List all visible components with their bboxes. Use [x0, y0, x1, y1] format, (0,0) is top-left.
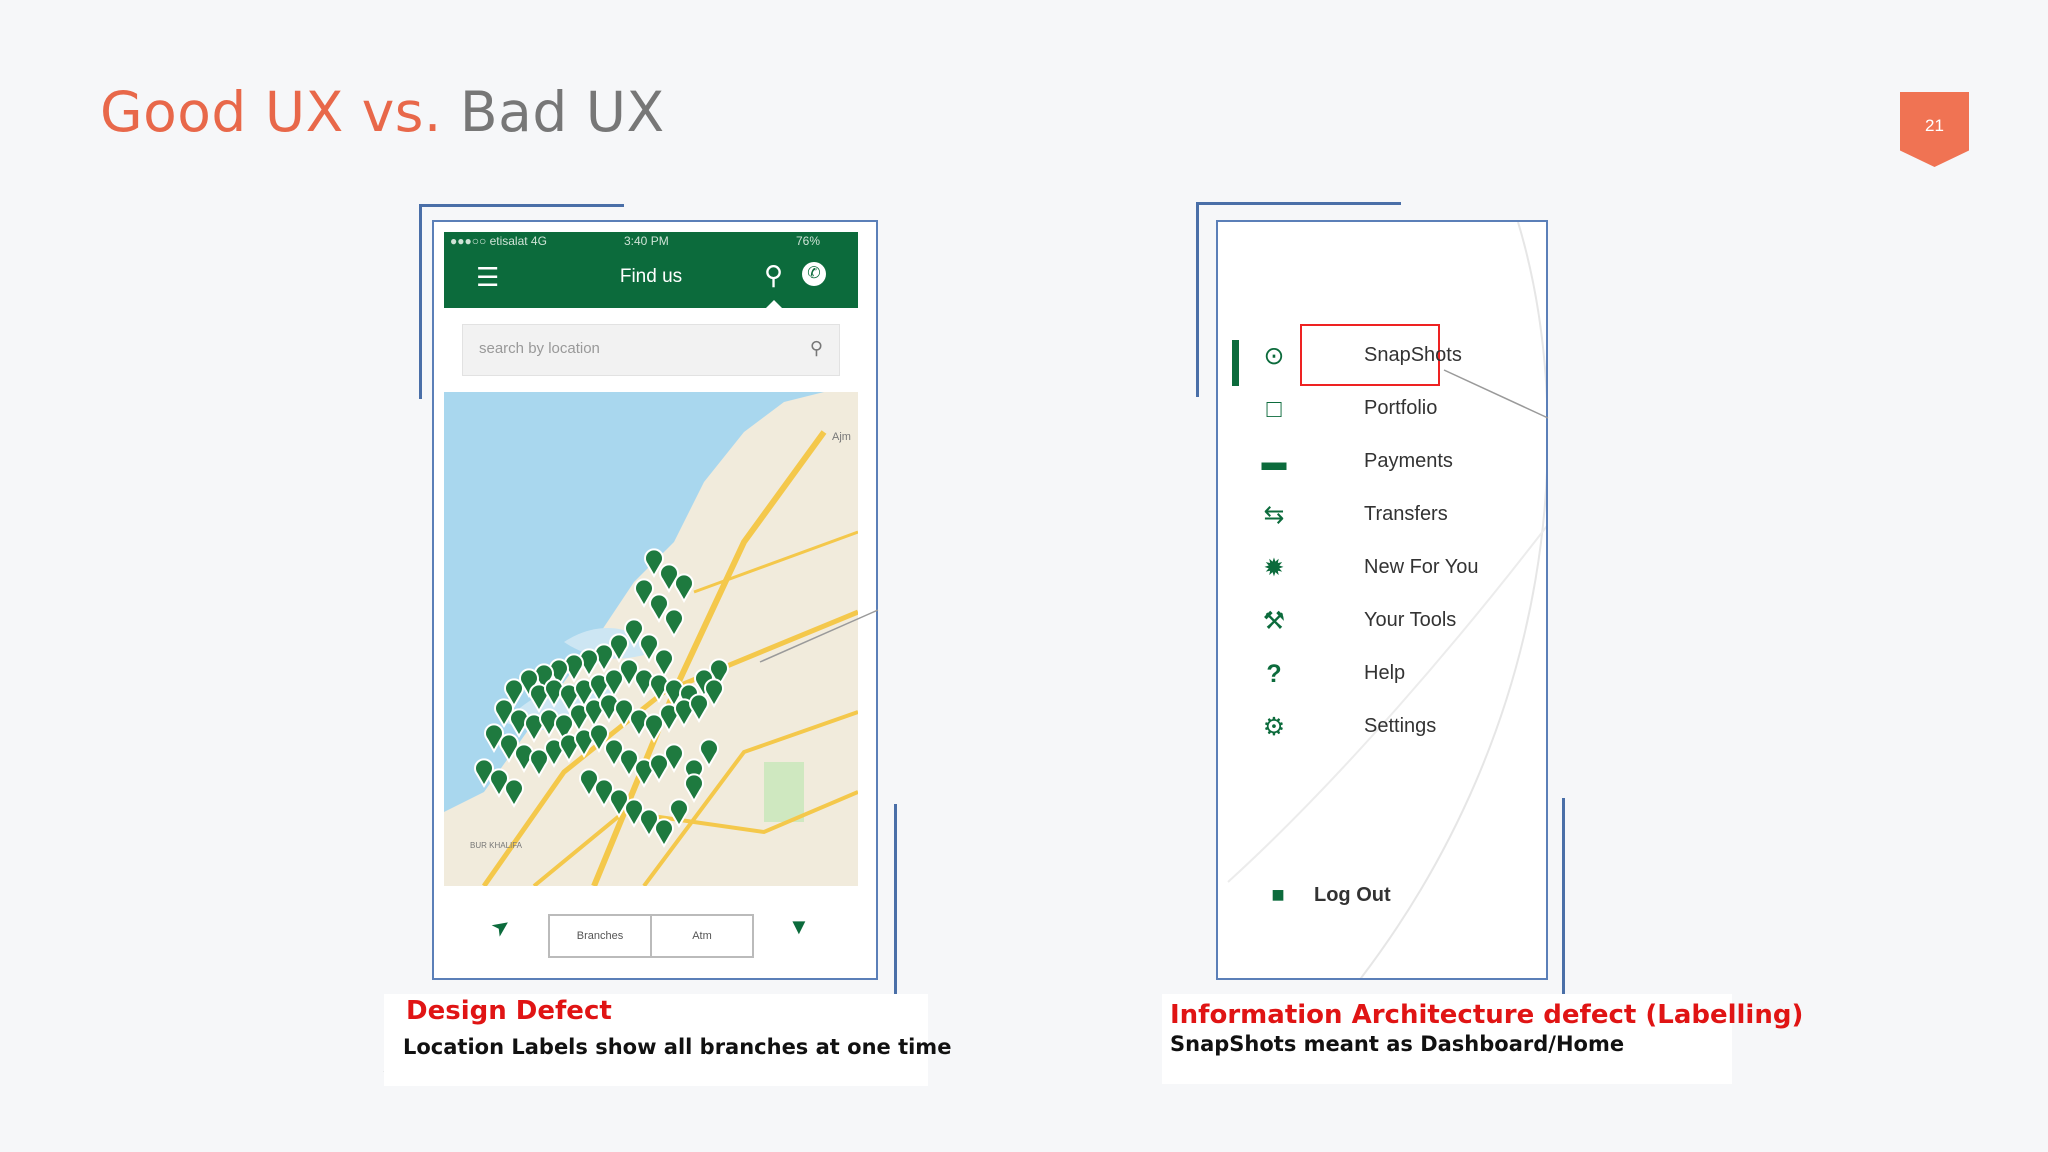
slide-title-good: Good UX vs. — [100, 80, 442, 144]
ia-defect-description: SnapShots meant as Dashboard/Home — [1170, 1032, 1625, 1056]
branch-map[interactable]: Ajm BUR KHALIFA — [444, 392, 858, 886]
folder-icon: □ — [1266, 395, 1282, 423]
atm-toggle[interactable]: Atm — [650, 914, 754, 958]
menu-item-label: Settings — [1364, 715, 1437, 737]
transfer-arrows-icon: ⇆ — [1263, 501, 1285, 529]
logout-label: Log Out — [1314, 884, 1391, 906]
menu-item-label: SnapShots — [1364, 344, 1462, 366]
question-icon: ? — [1266, 660, 1282, 688]
slide-title-bad: Bad UX — [459, 80, 665, 144]
map-canvas: Ajm BUR KHALIFA — [444, 392, 858, 886]
design-defect-description: Location Labels show all branches at one… — [403, 1035, 952, 1059]
search-input[interactable]: search by location ⚲ — [462, 324, 840, 376]
status-time: 3:40 PM — [624, 234, 669, 248]
search-placeholder: search by location — [479, 340, 600, 357]
location-pin-icon[interactable]: ⚲ — [764, 260, 783, 291]
map-label-burj: BUR KHALIFA — [470, 841, 523, 850]
slide-title: Good UX vs. Bad UX — [100, 80, 665, 144]
menu-item-label: Help — [1364, 662, 1406, 684]
menu-item-label: Payments — [1364, 450, 1453, 472]
menu-item-label: Your Tools — [1364, 609, 1457, 631]
active-item-indicator — [1232, 340, 1239, 386]
find-us-screenshot: ●●●○○ etisalat 4G 3:40 PM 76% ☰ Find us … — [432, 220, 878, 980]
lock-icon: ■ — [1271, 882, 1285, 907]
navigation-arrow-icon[interactable]: ➤ — [486, 911, 516, 943]
battery-text: 76% — [796, 234, 821, 248]
filter-icon[interactable]: ▼ — [788, 914, 810, 940]
carrier-text: ●●●○○ etisalat 4G — [450, 234, 547, 248]
page-number-badge: 21 — [1900, 92, 1969, 167]
target-icon: ⊙ — [1263, 342, 1285, 370]
menu-item-label: Portfolio — [1364, 397, 1438, 419]
gear-icon: ⚙ — [1262, 713, 1286, 741]
bottom-bar: ➤ Branches Atm ▼ — [444, 892, 858, 972]
app-bar: ☰ Find us ⚲ ✆ — [444, 250, 858, 308]
status-bar: ●●●○○ etisalat 4G 3:40 PM 76% — [444, 232, 858, 250]
annotation-lines — [383, 369, 1549, 1073]
side-menu-screenshot: ⊙ SnapShots □ Portfolio ▬ Payments ⇆ Tra… — [1216, 220, 1548, 980]
active-tab-caret — [766, 300, 782, 308]
branches-toggle[interactable]: Branches — [548, 914, 652, 958]
ia-defect-title: Information Architecture defect (Labelli… — [1170, 1000, 1804, 1030]
menu-item-label: Transfers — [1364, 503, 1448, 525]
phone-icon[interactable]: ✆ — [802, 262, 826, 286]
map-label-ajm: Ajm — [832, 431, 851, 443]
wrench-icon: ⚒ — [1262, 607, 1286, 635]
search-icon[interactable]: ⚲ — [810, 338, 823, 359]
cash-icon: ▬ — [1261, 448, 1287, 476]
menu-item-label: New For You — [1364, 556, 1479, 578]
app-bar-title: Find us — [619, 266, 683, 287]
badge-icon: ✹ — [1263, 554, 1285, 582]
design-defect-title: Design Defect — [406, 996, 612, 1026]
